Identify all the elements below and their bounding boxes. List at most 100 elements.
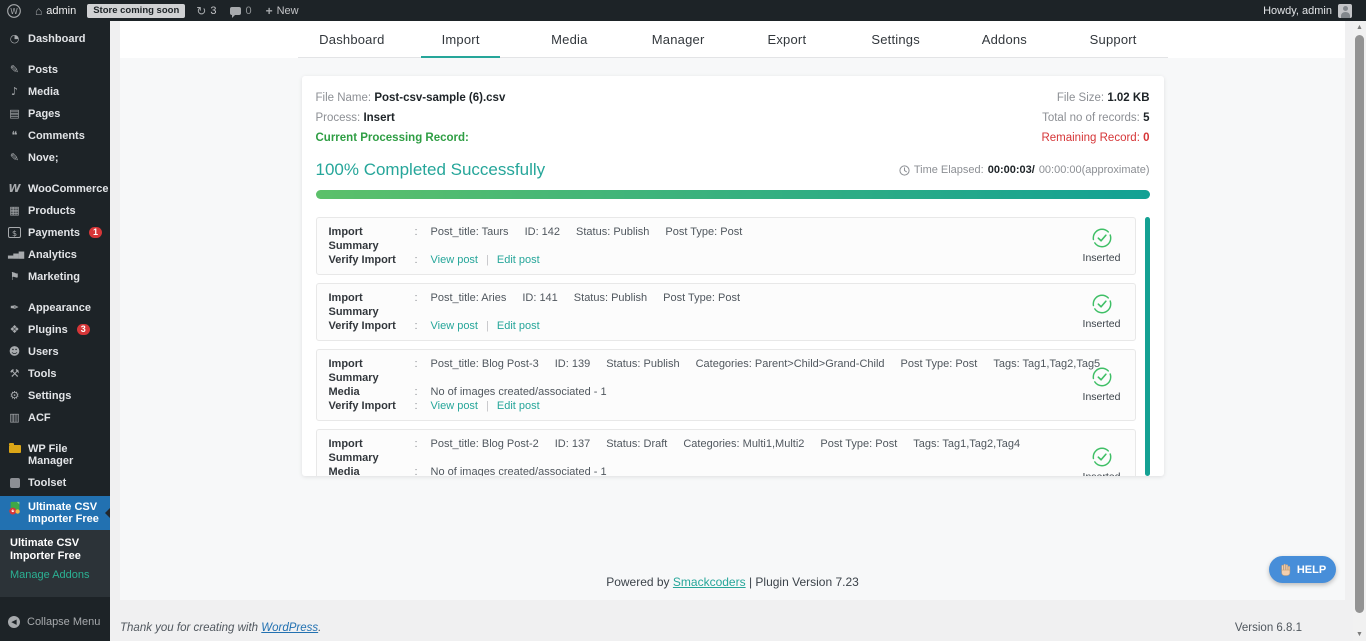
sidebar-item-nove[interactable]: ✎Nove; (0, 147, 110, 169)
new-label: New (277, 5, 299, 17)
tab-addons[interactable]: Addons (950, 21, 1059, 57)
scroll-thumb[interactable] (1355, 35, 1364, 613)
howdy-link[interactable]: Howdy, admin (1263, 5, 1332, 17)
sidebar-item-label: Media (28, 86, 59, 98)
total-records-value: 5 (1143, 112, 1149, 124)
thanks-text: Thank you for creating with WordPress. (120, 622, 321, 634)
list-scrollbar[interactable] (1145, 217, 1150, 476)
wp-version: Version 6.8.1 (1235, 622, 1302, 634)
site-name: admin (46, 5, 76, 17)
view-post-link[interactable]: View post (431, 253, 479, 267)
browser-scrollbar[interactable]: ▲ ▼ (1353, 21, 1366, 641)
sidebar-item-appearance[interactable]: ✒Appearance (0, 297, 110, 319)
sidebar-item-pages[interactable]: ▤Pages (0, 103, 110, 125)
process-value: Insert (363, 112, 394, 124)
edit-post-link[interactable]: Edit post (497, 253, 540, 267)
wordpress-logo[interactable]: W (0, 0, 28, 21)
analytics-icon: ▃▅▇ (8, 249, 21, 261)
comment-icon: ❝ (8, 130, 21, 142)
collapse-menu-button[interactable]: ◀ Collapse Menu (0, 611, 110, 633)
avatar[interactable] (1338, 4, 1352, 18)
sidebar-item-tools[interactable]: ⚒Tools (0, 363, 110, 385)
payments-icon: $ (8, 227, 21, 238)
site-name-link[interactable]: ⌂ admin (28, 0, 83, 21)
collapse-menu-label: Collapse Menu (27, 616, 100, 628)
row-label-verify-import: Verify Import (329, 319, 415, 333)
view-post-link[interactable]: View post (431, 319, 479, 333)
woocommerce-icon: W (8, 183, 21, 195)
sidebar-item-dashboard[interactable]: ◔Dashboard (0, 28, 110, 50)
help-button[interactable]: HELP (1269, 556, 1336, 583)
sidebar-item-label: Ultimate CSV Importer Free (28, 501, 104, 525)
sidebar-item-media[interactable]: ♪Media (0, 81, 110, 103)
inserted-check-icon (1091, 446, 1113, 468)
sidebar-item-comments[interactable]: ❝Comments (0, 125, 110, 147)
admin-menu: ◔Dashboard ✎Posts♪Media▤Pages❝Comments✎No… (0, 28, 110, 530)
remaining-record-value: 0 (1143, 132, 1149, 144)
scroll-up-arrow[interactable]: ▲ (1353, 21, 1366, 34)
sidebar-item-wp-file-manager[interactable]: WP File Manager (0, 438, 110, 472)
sidebar-item-users[interactable]: ☻Users (0, 341, 110, 363)
smackcoders-link[interactable]: Smackcoders (673, 575, 746, 589)
sidebar-item-toolset[interactable]: Toolset (0, 472, 110, 496)
sidebar-item-label: WooCommerce (28, 183, 108, 195)
sidebar-item-label: Pages (28, 108, 60, 120)
time-estimate-value: 00:00:00(approximate) (1039, 164, 1150, 176)
sidebar-item-analytics[interactable]: ▃▅▇Analytics (0, 244, 110, 266)
tab-strip: DashboardImportMediaManagerExportSetting… (120, 21, 1345, 58)
tab-support[interactable]: Support (1059, 21, 1168, 57)
help-label: HELP (1297, 564, 1326, 576)
hand-icon (1279, 563, 1292, 576)
sidebar-item-ultimate-csv-importer-free[interactable]: Ultimate CSV Importer Free (0, 496, 110, 530)
page-footer: Thank you for creating with WordPress. V… (120, 622, 1302, 634)
sidebar-item-settings[interactable]: ⚙Settings (0, 385, 110, 407)
sidebar-item-products[interactable]: ▦Products (0, 200, 110, 222)
row-status: Inserted (1083, 227, 1121, 265)
svg-text:W: W (10, 6, 18, 15)
row-label-import-summary: Import Summary (329, 291, 415, 319)
scroll-down-arrow[interactable]: ▼ (1353, 628, 1366, 641)
status-label: Inserted (1083, 471, 1121, 476)
powered-by-label: Powered by (606, 575, 669, 589)
sidebar-item-payments[interactable]: $Payments1 (0, 222, 110, 244)
sidebar-item-woocommerce[interactable]: W WooCommerce (0, 178, 110, 200)
sidebar-item-label: Toolset (28, 477, 66, 489)
submenu-item-ultimate-csv-importer[interactable]: Ultimate CSV Importer Free (10, 537, 102, 562)
plugin-page: DashboardImportMediaManagerExportSetting… (120, 21, 1345, 600)
sidebar-item-plugins[interactable]: ❖Plugins3 (0, 319, 110, 341)
tab-settings[interactable]: Settings (841, 21, 950, 57)
sidebar-item-label: WP File Manager (28, 443, 104, 467)
sidebar-item-acf[interactable]: ▥ACF (0, 407, 110, 429)
row-status: Inserted (1083, 366, 1121, 404)
updates-link[interactable]: ↻ 3 (189, 0, 223, 21)
row-label-import-summary: Import Summary (329, 225, 415, 253)
row-label-verify-import: Verify Import (329, 399, 415, 413)
submenu-item-manage-addons[interactable]: Manage Addons (10, 569, 102, 582)
admin-sidebar: ◔Dashboard ✎Posts♪Media▤Pages❝Comments✎No… (0, 21, 110, 641)
tab-manager[interactable]: Manager (624, 21, 733, 57)
new-content-link[interactable]: + New (259, 0, 306, 21)
tab-media[interactable]: Media (515, 21, 624, 57)
summary-values: Post_title: Blog Post-3ID: 139Status: Pu… (431, 357, 1117, 385)
comments-icon (230, 7, 241, 15)
tab-import[interactable]: Import (406, 21, 515, 57)
comments-link[interactable]: 0 (223, 0, 258, 21)
sidebar-item-marketing[interactable]: ⚑Marketing (0, 266, 110, 288)
view-post-link[interactable]: View post (431, 399, 479, 413)
edit-post-link[interactable]: Edit post (497, 399, 540, 413)
edit-post-link[interactable]: Edit post (497, 319, 540, 333)
time-elapsed: Time Elapsed: 00:00:03/ 00:00:00(approxi… (899, 164, 1150, 176)
current-record-label: Current Processing Record: (316, 132, 469, 144)
tab-dashboard[interactable]: Dashboard (298, 21, 407, 57)
sidebar-item-posts[interactable]: ✎Posts (0, 59, 110, 81)
row-label-media: Media (329, 385, 415, 399)
plugin-version-label: | Plugin Version 7.23 (749, 575, 859, 589)
sidebar-item-label: Products (28, 205, 76, 217)
clock-icon (899, 165, 910, 176)
sidebar-item-label: Appearance (28, 302, 91, 314)
progress-bar (316, 190, 1150, 199)
users-icon: ☻ (8, 346, 21, 358)
status-label: Inserted (1083, 391, 1121, 403)
tab-export[interactable]: Export (733, 21, 842, 57)
wordpress-link[interactable]: WordPress (261, 622, 318, 634)
